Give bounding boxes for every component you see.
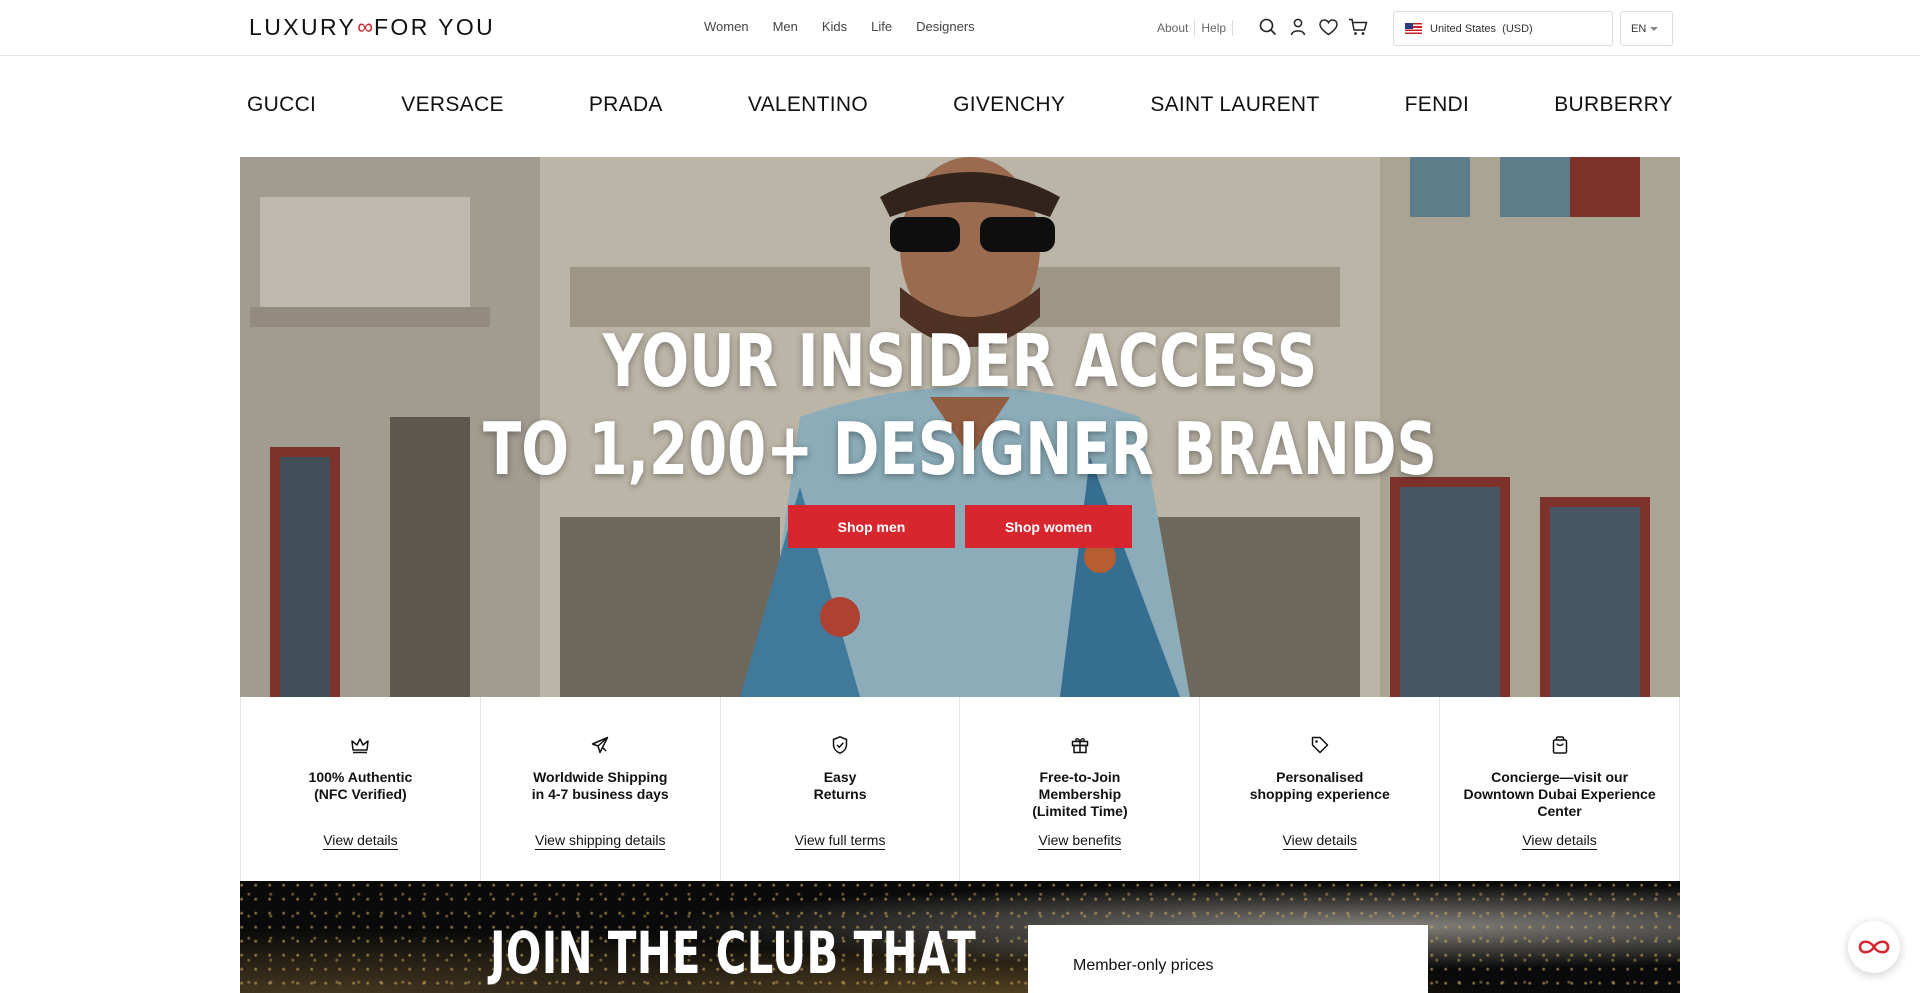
nav-kids[interactable]: Kids [822, 19, 847, 34]
chat-button[interactable] [1848, 921, 1900, 973]
shopping-bag-icon [1552, 736, 1567, 754]
feature-returns: Easy Returns View full terms [721, 697, 961, 881]
language-selector[interactable]: EN [1620, 11, 1673, 46]
language-label: EN [1631, 22, 1647, 35]
about-link[interactable]: About [1157, 21, 1188, 35]
country-label: United States (USD) [1430, 22, 1533, 35]
shop-men-button[interactable]: Shop men [788, 505, 955, 548]
hero-banner: YOUR INSIDER ACCESS TO 1,200+ DESIGNER B… [240, 157, 1680, 697]
divider [1232, 20, 1234, 36]
infinity-chat-icon [1858, 940, 1890, 954]
feature-title: Easy Returns [813, 769, 867, 802]
utility-nav: About Help [1157, 20, 1239, 36]
feature-membership: Free-to-Join Membership (Limited Time) V… [960, 697, 1201, 881]
help-link[interactable]: Help [1201, 21, 1226, 35]
shop-women-button[interactable]: Shop women [965, 505, 1132, 548]
site-header: LUXURY ∞ FOR YOU Women Men Kids Life Des… [0, 0, 1920, 56]
tag-icon [1311, 736, 1328, 754]
brand-gucci[interactable]: GUCCI [247, 93, 316, 123]
logo-infinity-icon: ∞ [357, 14, 373, 39]
site-logo[interactable]: LUXURY ∞ FOR YOU [249, 14, 495, 40]
gift-icon [1071, 738, 1089, 754]
feature-title: Free-to-Join Membership (Limited Time) [1032, 769, 1128, 819]
brand-fendi[interactable]: FENDI [1405, 93, 1470, 123]
view-benefits-link[interactable]: View benefits [1038, 832, 1122, 850]
brand-valentino[interactable]: VALENTINO [748, 93, 868, 123]
view-shipping-details-link[interactable]: View shipping details [534, 832, 666, 850]
us-flag-icon [1405, 23, 1422, 34]
wishlist-icon[interactable] [1318, 17, 1338, 37]
view-details-link[interactable]: View details [1282, 832, 1357, 850]
member-prices-label: Member-only prices [1073, 957, 1214, 974]
view-full-terms-link[interactable]: View full terms [794, 832, 886, 850]
nav-men[interactable]: Men [773, 19, 798, 34]
membership-card: Member-only prices [1028, 925, 1428, 993]
feature-authentic: 100% Authentic (NFC Verified) View detai… [241, 697, 481, 881]
brand-prada[interactable]: PRADA [589, 93, 663, 123]
club-banner: JOIN THE CLUB THAT Member-only prices [240, 881, 1680, 993]
brand-givenchy[interactable]: GIVENCHY [953, 93, 1065, 123]
view-details-link[interactable]: View details [1522, 832, 1597, 850]
features-strip: 100% Authentic (NFC Verified) View detai… [240, 697, 1680, 881]
shield-check-icon [832, 736, 848, 754]
feature-title: Concierge—visit our Downtown Dubai Exper… [1463, 769, 1656, 819]
feature-title: Personalised shopping experience [1249, 769, 1390, 802]
brand-saint-laurent[interactable]: SAINT LAURENT [1150, 93, 1319, 123]
account-icon[interactable] [1288, 17, 1308, 37]
logo-text-left: LUXURY [249, 13, 357, 40]
header-icons [1258, 17, 1368, 37]
hero-title-line-1: YOUR INSIDER ACCESS [602, 319, 1318, 403]
hero-title-line-2: TO 1,200+ DESIGNER BRANDS [482, 407, 1438, 491]
feature-personalised: Personalised shopping experience View de… [1200, 697, 1441, 881]
feature-title: Worldwide Shipping in 4-7 business days [531, 769, 669, 802]
main-nav: Women Men Kids Life Designers [704, 19, 975, 34]
chevron-down-icon [1650, 26, 1659, 31]
nav-designers[interactable]: Designers [916, 19, 975, 34]
brand-nav: GUCCI VERSACE PRADA VALENTINO GIVENCHY S… [240, 93, 1680, 123]
feature-shipping: Worldwide Shipping in 4-7 business days … [481, 697, 721, 881]
cart-icon[interactable] [1348, 17, 1368, 37]
brand-burberry[interactable]: BURBERRY [1554, 93, 1673, 123]
divider [1194, 20, 1196, 36]
plane-icon [591, 736, 609, 754]
logo-text-right: FOR YOU [373, 13, 496, 40]
search-icon[interactable] [1258, 17, 1278, 37]
country-selector[interactable]: United States (USD) [1393, 11, 1613, 46]
view-details-link[interactable]: View details [323, 832, 398, 850]
hero-title: YOUR INSIDER ACCESS TO 1,200+ DESIGNER B… [398, 317, 1521, 493]
hero-cta-group: Shop men Shop women [788, 505, 1132, 548]
feature-concierge: Concierge—visit our Downtown Dubai Exper… [1440, 697, 1679, 881]
crown-icon [351, 738, 370, 754]
nav-life[interactable]: Life [871, 19, 892, 34]
club-title: JOIN THE CLUB THAT [490, 919, 977, 987]
nav-women[interactable]: Women [704, 19, 749, 34]
brand-versace[interactable]: VERSACE [401, 93, 503, 123]
feature-title: 100% Authentic (NFC Verified) [308, 769, 413, 802]
